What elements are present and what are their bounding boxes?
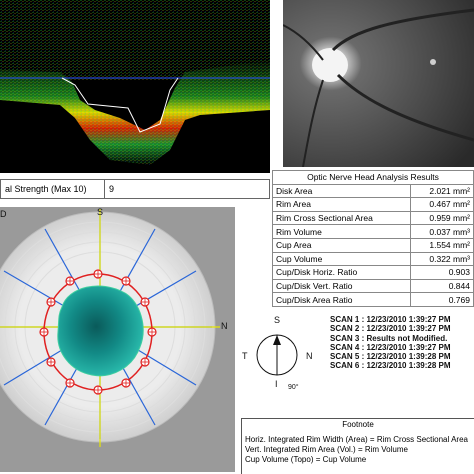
onh-label: Cup Area [272,237,411,253]
footnote-box: Footnote Horiz. Integrated Rim Width (Ar… [241,418,474,474]
onh-label: Cup/Disk Horiz. Ratio [272,265,411,280]
onh-results-table: Optic Nerve Head Analysis Results Disk A… [272,170,474,307]
cup-region [57,285,144,377]
table-row: Cup Area 1.554 mm² [272,237,474,253]
onh-label: Cup Volume [272,251,411,267]
table-row: Rim Volume 0.037 mm³ [272,224,474,239]
oct-bscan-image [0,0,270,173]
scan-list: SCAN 1 : 12/23/2010 1:39:27 PM SCAN 2 : … [330,315,474,371]
compass-label-top: S [274,315,280,325]
topo-label-top: S [97,207,103,217]
table-row: Rim Area 0.467 mm² [272,197,474,212]
onh-value: 0.903 [409,265,474,280]
topo-label-right: N [221,321,228,331]
onh-value: 2.021 mm² [409,183,474,199]
signal-strength-label: al Strength (Max 10) [0,179,105,199]
table-row: Disk Area 2.021 mm² [272,183,474,199]
list-item: SCAN 5 : 12/23/2010 1:39:28 PM [330,352,451,362]
table-row: Cup Volume 0.322 mm³ [272,251,474,267]
onh-value: 0.322 mm³ [409,251,474,267]
table-row: Cup/Disk Area Ratio 0.769 [272,292,474,307]
onh-label: Rim Area [272,197,411,212]
onh-results-panel: Optic Nerve Head Analysis Results Disk A… [272,170,474,312]
onh-value: 0.037 mm³ [409,224,474,239]
onh-value: 0.844 [409,278,474,294]
topo-label-left: D [0,209,7,219]
onh-results-title: Optic Nerve Head Analysis Results [272,170,474,185]
compass-label-bottom: I [275,379,278,389]
table-row: Cup/Disk Vert. Ratio 0.844 [272,278,474,294]
compass-label-left: T [242,351,248,361]
onh-value: 0.769 [409,292,474,307]
onh-label: Cup/Disk Area Ratio [272,292,411,307]
signal-strength-table: al Strength (Max 10) 9 [0,179,270,199]
footnote-line: Vert. Integrated Rim Area (Vol.) = Rim V… [245,445,408,454]
footnote-line: Cup Volume (Topo) = Cup Volume [245,455,367,464]
footnote-title: Footnote [342,420,374,429]
list-item: SCAN 2 : 12/23/2010 1:39:27 PM [330,324,451,334]
signal-strength-value: 9 [104,179,270,199]
disc-topography-map: D S N [0,207,235,472]
onh-value: 1.554 mm² [409,237,474,253]
list-item: SCAN 1 : 12/23/2010 1:39:27 PM [330,315,451,324]
onh-value: 0.959 mm² [409,210,474,226]
footnote-line: Horiz. Integrated Rim Width (Area) = Rim… [245,435,468,444]
onh-label: Rim Cross Sectional Area [272,210,411,226]
onh-label: Rim Volume [272,224,411,239]
list-item: SCAN 4 : 12/23/2010 1:39:27 PM [330,342,451,352]
compass-angle: 90° [288,383,299,391]
table-row: Cup/Disk Horiz. Ratio 0.903 [272,265,474,280]
fundus-photo [283,0,474,167]
orientation-compass: S T N I 90° [238,315,328,395]
onh-label: Cup/Disk Vert. Ratio [272,278,411,294]
list-item: SCAN 3 : Results not Modified. [330,333,448,343]
table-row: Rim Cross Sectional Area 0.959 mm² [272,210,474,226]
onh-label: Disk Area [272,183,411,199]
compass-label-right: N [306,351,313,361]
list-item: SCAN 6 : 12/23/2010 1:39:28 PM [330,361,451,371]
onh-value: 0.467 mm² [409,197,474,212]
